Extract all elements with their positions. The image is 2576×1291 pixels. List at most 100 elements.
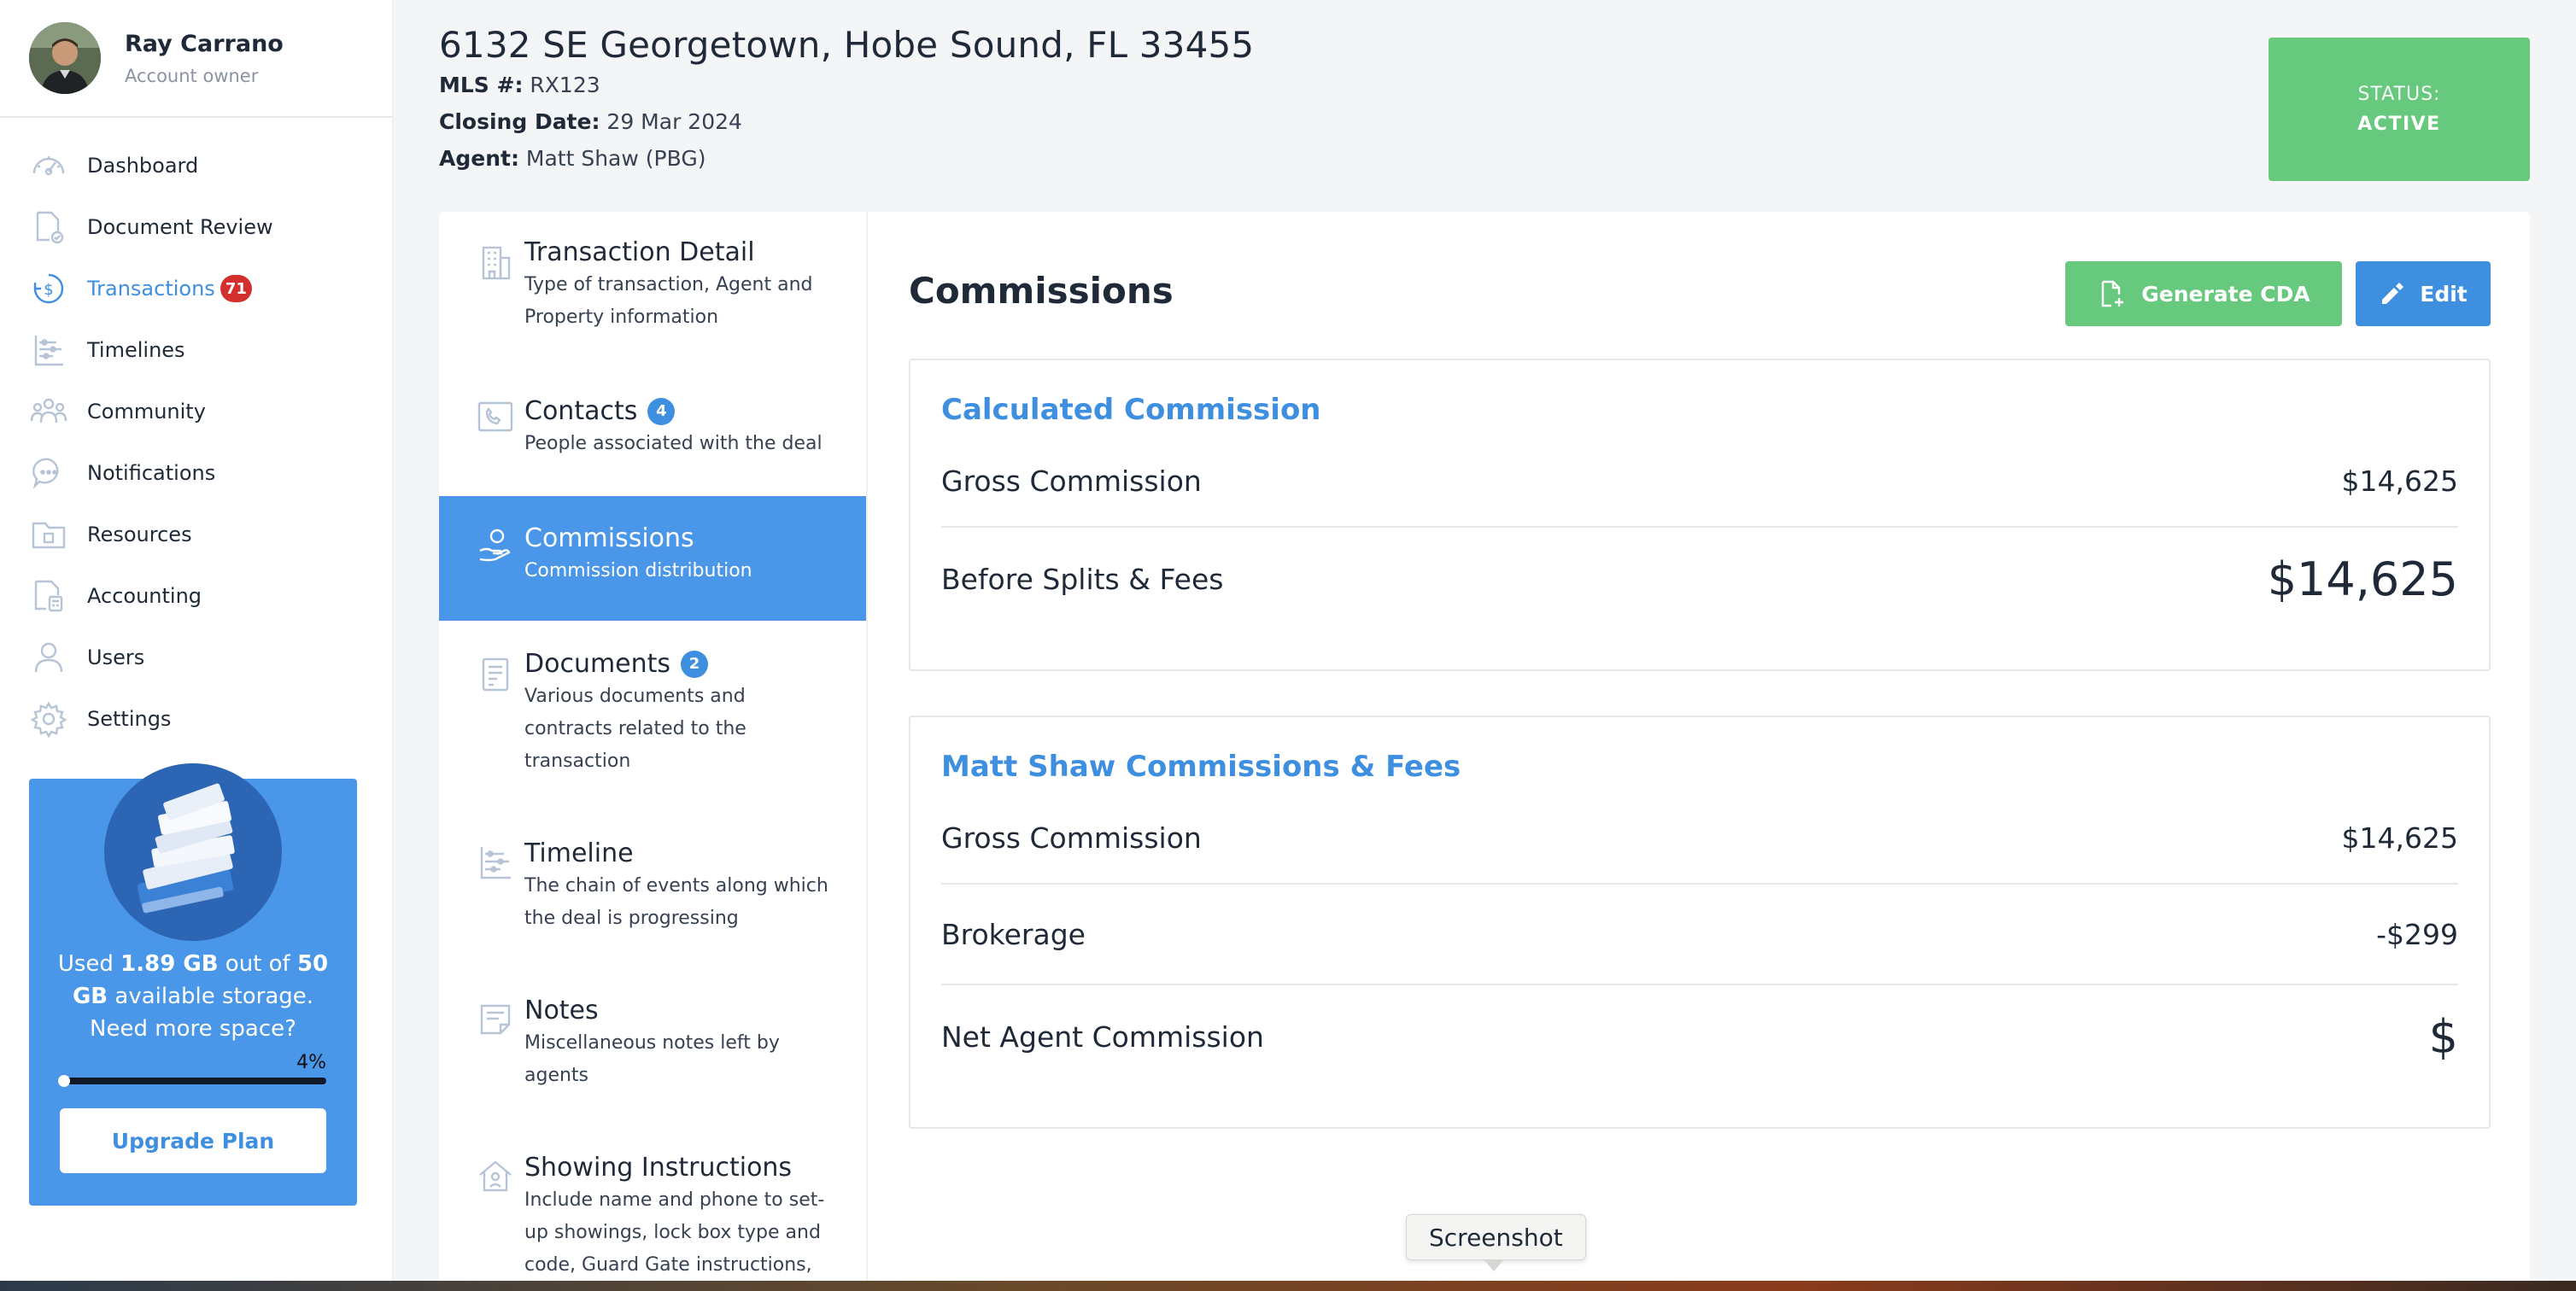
section-desc: Commission distribution [524, 560, 752, 581]
nav-label: Resources [87, 523, 192, 546]
row-label: Before Splits & Fees [941, 562, 1224, 596]
documents-count-badge: 2 [681, 650, 709, 678]
section-title: Showing Instructions [524, 1153, 793, 1183]
agent-label: Agent: [439, 146, 519, 171]
edit-label: Edit [2420, 281, 2468, 307]
nav-item-users[interactable]: Users [0, 627, 392, 688]
gear-icon [29, 699, 68, 739]
row-value: $14,625 [2267, 552, 2458, 606]
commission-row: Gross Commission $14,625 [941, 435, 2458, 528]
property-address: 6132 SE Georgetown, Hobe Sound, FL 33455 [439, 24, 1255, 66]
upgrade-plan-button[interactable]: Upgrade Plan [60, 1108, 326, 1173]
row-label: Net Agent Commission [941, 1019, 1264, 1054]
commission-row: Net Agent Commission $ [941, 985, 2458, 1088]
mls-value: RX123 [530, 73, 600, 97]
nav-item-dashboard[interactable]: Dashboard [0, 135, 392, 196]
mls-row: MLS #: RX123 [439, 73, 1254, 97]
document-generate-icon [2097, 279, 2141, 308]
sidebar: Ray Carrano Account owner Dashboard Docu… [0, 0, 393, 1291]
closing-date-label: Closing Date: [439, 109, 600, 134]
pencil-icon [2379, 281, 2420, 307]
storage-percent-label: 4% [296, 1052, 326, 1073]
commission-row: Before Splits & Fees $14,625 [941, 528, 2458, 630]
tooltip-arrow [1484, 1259, 1504, 1271]
storage-progress-bar [58, 1075, 326, 1087]
section-showing-instructions[interactable]: Showing Instructions Include name and ph… [439, 1153, 866, 1291]
row-value: -$299 [2376, 917, 2458, 951]
section-timeline[interactable]: Timeline The chain of events along which… [439, 838, 866, 967]
document-icon [475, 654, 516, 695]
generate-cda-button[interactable]: Generate CDA [2065, 261, 2342, 326]
community-icon [29, 392, 68, 431]
nav-label: Timelines [87, 338, 185, 362]
nav-item-resources[interactable]: Resources [0, 504, 392, 565]
nav-label: Community [87, 400, 206, 424]
transactions-count-badge: 71 [220, 275, 252, 302]
section-title: Commissions [524, 523, 694, 553]
nav-label: Notifications [87, 461, 216, 485]
section-desc: Type of transaction, Agent and Property … [524, 274, 813, 328]
section-title: Timeline [524, 838, 634, 868]
calculator-doc-icon [29, 576, 68, 616]
storage-usage-text: Used 1.89 GB out of 50 GB available stor… [57, 951, 329, 1042]
nav-item-settings[interactable]: Settings [0, 688, 392, 750]
storage-illustration [104, 763, 282, 941]
panel-title: Calculated Commission [941, 393, 1321, 427]
phone-card-icon [475, 396, 516, 437]
nav-label: Dashboard [87, 154, 199, 178]
profile-role: Account owner [125, 65, 259, 86]
profile-name: Ray Carrano [125, 30, 284, 57]
nav-item-transactions[interactable]: $ Transactions 71 [0, 258, 392, 319]
nav-item-notifications[interactable]: Notifications [0, 442, 392, 504]
folder-icon [29, 515, 68, 554]
nav-label: Document Review [87, 215, 273, 239]
agent-commissions-panel: Matt Shaw Commissions & Fees Gross Commi… [909, 716, 2491, 1129]
contacts-count-badge: 4 [647, 397, 676, 425]
profile-header[interactable]: Ray Carrano Account owner [0, 0, 392, 118]
section-transaction-detail[interactable]: Transaction Detail Type of transaction, … [439, 237, 866, 365]
avatar[interactable] [29, 22, 101, 94]
row-label: Gross Commission [941, 821, 1202, 855]
section-desc: The chain of events along which the deal… [524, 875, 828, 929]
nav-label: Accounting [87, 584, 202, 608]
commission-row: Brokerage -$299 [941, 885, 2458, 985]
commission-row: Gross Commission $14,625 [941, 792, 2458, 885]
closing-date-value: 29 Mar 2024 [606, 109, 742, 134]
nav-item-community[interactable]: Community [0, 381, 392, 442]
nav-item-document-review[interactable]: Document Review [0, 196, 392, 258]
section-menu: Transaction Detail Type of transaction, … [439, 212, 868, 1291]
screenshot-tooltip: Screenshot [1406, 1214, 1586, 1260]
closing-date-row: Closing Date: 29 Mar 2024 [439, 109, 1254, 134]
section-commissions[interactable]: Commissions Commission distribution [439, 496, 866, 621]
house-icon [475, 1156, 516, 1197]
timeline-icon [475, 842, 516, 883]
row-value: $14,625 [2341, 464, 2458, 498]
section-notes[interactable]: Notes Miscellaneous notes left by agents [439, 996, 866, 1124]
row-value: $ [2428, 1009, 2458, 1064]
nav-item-timelines[interactable]: Timelines [0, 319, 392, 381]
agent-value: Matt Shaw (PBG) [525, 146, 706, 171]
edit-button[interactable]: Edit [2356, 261, 2491, 326]
transaction-header: 6132 SE Georgetown, Hobe Sound, FL 33455… [439, 24, 1254, 171]
page-title: Commissions [909, 270, 1174, 312]
row-label: Brokerage [941, 917, 1086, 951]
storage-progress-knob [58, 1075, 70, 1087]
section-desc: People associated with the deal [524, 433, 823, 454]
section-desc: Miscellaneous notes left by agents [524, 1032, 780, 1086]
main-nav: Dashboard Document Review $ Transactions… [0, 118, 392, 750]
section-contacts[interactable]: Contacts 4 People associated with the de… [439, 396, 866, 490]
section-title: Transaction Detail [524, 237, 755, 267]
status-label: STATUS: [2357, 84, 2441, 105]
status-value: ACTIVE [2357, 114, 2441, 135]
hand-coin-icon [475, 525, 516, 566]
calculated-commission-panel: Calculated Commission Gross Commission $… [909, 359, 2491, 671]
section-desc: Various documents and contracts related … [524, 686, 746, 772]
desktop-strip [0, 1281, 2576, 1291]
generate-cda-label: Generate CDA [2141, 281, 2310, 307]
nav-item-accounting[interactable]: Accounting [0, 565, 392, 627]
panel-title: Matt Shaw Commissions & Fees [941, 750, 1461, 784]
chat-bubble-icon [29, 453, 68, 493]
dashboard-icon [29, 146, 68, 185]
nav-label: Users [87, 646, 145, 669]
section-documents[interactable]: Documents 2 Various documents and contra… [439, 649, 866, 820]
